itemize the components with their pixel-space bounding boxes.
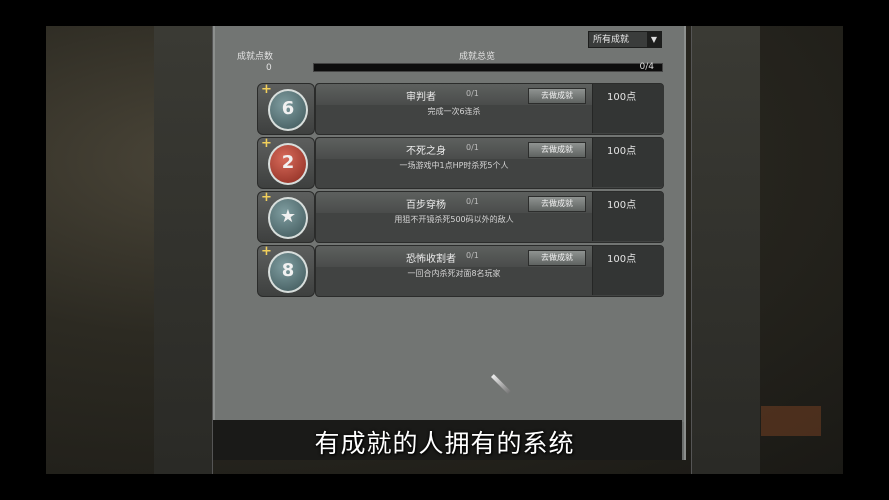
medal-icon: ★ (268, 197, 308, 239)
achievement-description: 一回合内杀死对面8名玩家 (407, 269, 501, 278)
achievement-points: 100点 (607, 146, 637, 157)
achievement-badge: + 6 (257, 82, 315, 135)
achievement-row: + 2 不死之身 0/1 去做成就 100点 一场游戏中1点HP时杀死5个人 (257, 136, 664, 189)
achievement-points-box: 100点 (592, 84, 664, 133)
video-subtitle: 有成就的人拥有的系统 (314, 429, 575, 458)
achievement-points: 100点 (607, 92, 637, 103)
achievement-card: 不死之身 0/1 去做成就 100点 一场游戏中1点HP时杀死5个人 (315, 137, 664, 189)
achievement-points-box: 100点 (592, 138, 664, 187)
chevron-down-icon[interactable]: ▼ (647, 32, 661, 47)
achievement-title: 审判者 (406, 92, 436, 103)
achievement-row: + 8 恐怖收割者 0/1 去做成就 100点 一回合内杀死对面8名玩家 (257, 244, 664, 297)
plus-icon: + (261, 190, 272, 205)
go-achieve-button[interactable]: 去做成就 (528, 142, 586, 158)
achievement-row: + 6 审判者 0/1 去做成就 100点 完成一次6连杀 (257, 82, 664, 135)
go-achieve-button[interactable]: 去做成就 (528, 250, 586, 266)
go-achieve-button[interactable]: 去做成就 (528, 196, 586, 212)
achievement-card: 百步穿杨 0/1 去做成就 100点 用狙不开镜杀死500码以外的敌人 (315, 191, 664, 243)
achievement-title: 恐怖收割者 (406, 254, 456, 265)
background-right-panel (691, 26, 760, 474)
achievement-progress: 0/1 (466, 251, 479, 260)
plus-icon: + (261, 136, 272, 151)
achievement-points-box: 100点 (592, 192, 664, 241)
background-left-panel (154, 26, 213, 474)
achievement-card: 审判者 0/1 去做成就 100点 完成一次6连杀 (315, 83, 664, 135)
go-achieve-button[interactable]: 去做成就 (528, 88, 586, 104)
achievement-description: 完成一次6连杀 (427, 107, 481, 116)
achievement-list-area: 所有成就 ▼ 成就点数 成就总览 0 0/4 + 6 审判者 0/1 去做成就 … (215, 26, 684, 422)
achievement-description: 一场游戏中1点HP时杀死5个人 (399, 161, 509, 170)
achievement-progress: 0/1 (466, 143, 479, 152)
points-label: 成就点数 (237, 52, 274, 62)
achievement-points: 100点 (607, 200, 637, 211)
progress-label: 成就总览 (459, 52, 496, 62)
achievement-progress: 0/1 (466, 89, 479, 98)
plus-icon: + (261, 82, 272, 97)
points-value: 0 (266, 63, 272, 73)
achievement-row: + ★ 百步穿杨 0/1 去做成就 100点 用狙不开镜杀死500码以外的敌人 (257, 190, 664, 243)
achievement-badge: + 8 (257, 244, 315, 297)
achievement-points: 100点 (607, 254, 637, 265)
medal-icon: 8 (268, 251, 308, 293)
achievement-card: 恐怖收割者 0/1 去做成就 100点 一回合内杀死对面8名玩家 (315, 245, 664, 297)
achievement-progress: 0/1 (466, 197, 479, 206)
achievement-badge: + 2 (257, 136, 315, 189)
filter-selected-label: 所有成就 (593, 35, 630, 45)
achievement-badge: + ★ (257, 190, 315, 243)
medal-icon: 2 (268, 143, 308, 185)
achievement-progress-bar: 0/4 (313, 62, 663, 72)
plus-icon: + (261, 244, 272, 259)
achievement-panel: 所有成就 ▼ 成就点数 成就总览 0 0/4 + 6 审判者 0/1 去做成就 … (213, 26, 686, 460)
medal-icon: 6 (268, 89, 308, 131)
achievement-points-box: 100点 (592, 246, 664, 295)
achievement-description: 用狙不开镜杀死500码以外的敌人 (394, 215, 514, 224)
achievement-filter-dropdown[interactable]: 所有成就 ▼ (588, 31, 662, 48)
achievement-title: 百步穿杨 (406, 200, 446, 211)
progress-text: 0/4 (639, 62, 654, 72)
achievement-title: 不死之身 (406, 146, 446, 157)
